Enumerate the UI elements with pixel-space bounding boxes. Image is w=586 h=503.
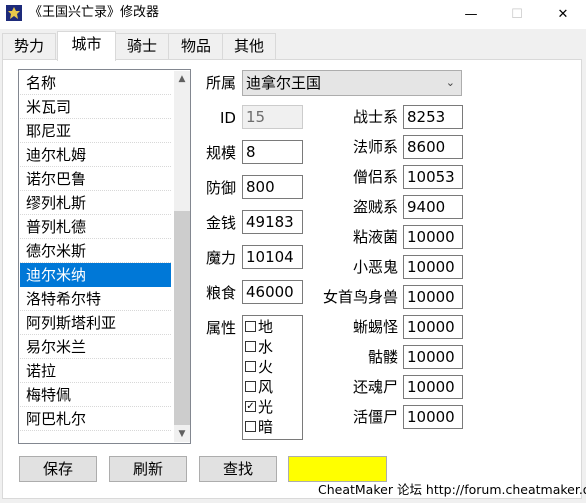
id-field: 15 — [242, 105, 303, 129]
list-item[interactable]: 诺拉 — [20, 359, 171, 383]
magic-label: 魔力 — [206, 249, 237, 267]
unit-field-priest[interactable]: 10053 — [403, 165, 463, 189]
checkbox-icon[interactable] — [245, 341, 256, 352]
list-item[interactable]: 米瓦司 — [20, 95, 171, 119]
status-indicator — [288, 456, 387, 482]
attribute-light[interactable]: ✓ 光 — [245, 397, 273, 417]
unit-label: 活僵尸 — [352, 408, 398, 426]
tab-item[interactable]: 物品 — [168, 33, 224, 59]
app-icon — [6, 5, 22, 21]
list-item[interactable]: 阿巴札尔 — [20, 407, 171, 431]
unit-label: 蜥蜴怪 — [352, 318, 398, 336]
window-title: 《王国兴亡录》修改器 — [29, 5, 160, 20]
belongs-value: 迪拿尔王国 — [246, 74, 322, 92]
checkbox-checked-icon[interactable]: ✓ — [245, 401, 256, 412]
list-item[interactable]: 洛特希尔特 — [20, 287, 171, 311]
unit-label: 盗贼系 — [352, 198, 398, 216]
unit-field-zombie[interactable]: 10000 — [403, 405, 463, 429]
attribute-label: 属性 — [206, 319, 237, 337]
defense-label: 防御 — [206, 179, 237, 197]
title-bar: 《王国兴亡录》修改器 — ☐ ✕ — [0, 0, 586, 29]
checkbox-icon[interactable] — [245, 421, 256, 432]
gold-field[interactable]: 49183 — [242, 210, 303, 234]
list-header: 名称 — [20, 71, 171, 95]
attribute-water[interactable]: 水 — [245, 337, 273, 357]
list-item[interactable]: 普列札德 — [20, 215, 171, 239]
list-item[interactable]: 耶尼亚 — [20, 119, 171, 143]
attribute-earth[interactable]: 地 — [245, 317, 273, 337]
unit-label: 粘液菌 — [352, 228, 398, 246]
close-icon: ✕ — [557, 7, 569, 22]
unit-label: 僧侣系 — [352, 168, 398, 186]
maximize-button: ☐ — [494, 0, 540, 29]
scroll-thumb[interactable] — [174, 211, 190, 425]
maximize-icon: ☐ — [511, 7, 523, 22]
checkbox-icon[interactable] — [245, 381, 256, 392]
unit-field-harpy[interactable]: 10000 — [403, 285, 463, 309]
list-item[interactable]: 迪尔札姆 — [20, 143, 171, 167]
food-field[interactable]: 46000 — [242, 280, 303, 304]
magic-field[interactable]: 10104 — [242, 245, 303, 269]
list-scrollbar[interactable]: ▲ ▼ — [174, 71, 190, 442]
defense-field[interactable]: 800 — [242, 175, 303, 199]
scroll-down-icon[interactable]: ▼ — [174, 426, 190, 442]
checkbox-icon[interactable] — [245, 321, 256, 332]
list-item[interactable]: 德尔米斯 — [20, 239, 171, 263]
scale-label: 规模 — [206, 144, 237, 162]
close-button[interactable]: ✕ — [540, 0, 586, 29]
attribute-wind[interactable]: 风 — [245, 377, 273, 397]
scroll-up-icon[interactable]: ▲ — [174, 71, 190, 87]
attribute-fire[interactable]: 火 — [245, 357, 273, 377]
food-label: 粮食 — [206, 284, 237, 302]
unit-field-lizardman[interactable]: 10000 — [403, 315, 463, 339]
forum-link[interactable]: CheatMaker 论坛 http://forum.cheatmaker.or… — [318, 481, 586, 499]
unit-label: 骷髅 — [367, 348, 398, 366]
minimize-button[interactable]: — — [448, 0, 494, 29]
unit-field-ghoul[interactable]: 10000 — [403, 375, 463, 399]
id-label: ID — [220, 109, 236, 127]
scale-field[interactable]: 8 — [242, 140, 303, 164]
list-item[interactable]: 梅特佩 — [20, 383, 171, 407]
chevron-down-icon: ⌄ — [445, 76, 455, 89]
unit-field-thief[interactable]: 9400 — [403, 195, 463, 219]
unit-label: 还魂尸 — [352, 378, 398, 396]
unit-label: 战士系 — [352, 108, 398, 126]
unit-labels: 战士系 法师系 僧侣系 盗贼系 粘液菌 小恶鬼 女首鸟身兽 蜥蜴怪 骷髅 还魂尸… — [300, 105, 398, 426]
refresh-button[interactable]: 刷新 — [109, 456, 187, 482]
unit-field-imp[interactable]: 10000 — [403, 255, 463, 279]
tab-city[interactable]: 城市 — [57, 31, 116, 61]
unit-label: 小恶鬼 — [352, 258, 398, 276]
unit-label: 法师系 — [352, 138, 398, 156]
list-item[interactable]: 易尔米兰 — [20, 335, 171, 359]
tab-knight[interactable]: 骑士 — [114, 33, 170, 59]
search-button[interactable]: 查找 — [199, 456, 277, 482]
unit-label: 女首鸟身兽 — [322, 288, 398, 306]
attribute-dark[interactable]: 暗 — [245, 417, 273, 437]
belongs-select[interactable]: 迪拿尔王国 ⌄ — [242, 70, 462, 96]
save-button[interactable]: 保存 — [19, 456, 97, 482]
list-item[interactable]: 缪列札斯 — [20, 191, 171, 215]
tab-faction[interactable]: 势力 — [2, 33, 56, 59]
minimize-icon: — — [464, 7, 478, 22]
unit-field-skeleton[interactable]: 10000 — [403, 345, 463, 369]
unit-field-mage[interactable]: 8600 — [403, 135, 463, 159]
attribute-checklist: 地 水 火 风 ✓ 光 暗 — [242, 315, 303, 440]
checkbox-icon[interactable] — [245, 361, 256, 372]
city-listbox[interactable]: 名称 米瓦司 耶尼亚 迪尔札姆 诺尔巴鲁 缪列札斯 普列札德 德尔米斯 迪尔米纳… — [18, 69, 191, 444]
unit-field-warrior[interactable]: 8253 — [403, 105, 463, 129]
list-item[interactable]: 阿列斯塔利亚 — [20, 311, 171, 335]
list-item-selected[interactable]: 迪尔米纳 — [20, 263, 171, 287]
list-item[interactable]: 诺尔巴鲁 — [20, 167, 171, 191]
tab-other[interactable]: 其他 — [222, 33, 276, 59]
gold-label: 金钱 — [206, 214, 237, 232]
belongs-label: 所属 — [206, 74, 237, 92]
unit-field-slime[interactable]: 10000 — [403, 225, 463, 249]
